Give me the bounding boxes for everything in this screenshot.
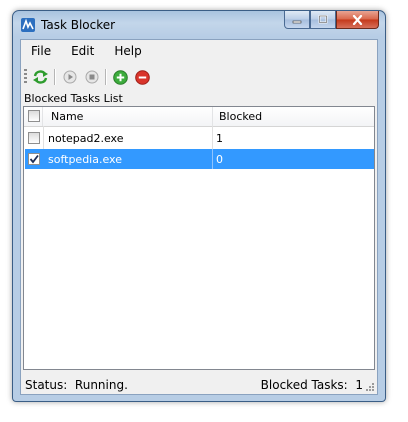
status-bar: Status: Running. Blocked Tasks: 1: [21, 374, 377, 394]
toolbar-grip[interactable]: [24, 69, 27, 85]
column-divider: [212, 149, 213, 169]
status-label: Status:: [25, 378, 68, 392]
refresh-icon: [32, 70, 48, 84]
play-icon: [63, 70, 77, 84]
start-button[interactable]: [61, 68, 79, 86]
column-header-blocked[interactable]: Blocked: [213, 107, 375, 126]
row-checkbox[interactable]: [28, 132, 40, 144]
maximize-icon: [318, 15, 328, 24]
menu-edit[interactable]: Edit: [61, 40, 104, 62]
row-name: softpedia.exe: [48, 153, 122, 166]
stop-icon: [85, 70, 99, 84]
menu-bar: File Edit Help: [21, 40, 377, 62]
maximize-button[interactable]: [310, 11, 336, 29]
app-window: Task Blocker File Edit Help Blocked Task…: [12, 10, 386, 402]
row-name: notepad2.exe: [48, 132, 124, 145]
toolbar: [21, 65, 377, 89]
row-blocked-count: 1: [216, 132, 223, 145]
refresh-button[interactable]: [31, 68, 49, 86]
caption-buttons: [284, 11, 379, 29]
select-all-checkbox[interactable]: [28, 110, 40, 122]
column-header-name[interactable]: Name: [43, 107, 213, 126]
remove-icon: [134, 69, 150, 85]
remove-button[interactable]: [133, 68, 151, 86]
header-select-all[interactable]: [24, 107, 43, 126]
add-icon: [112, 69, 128, 85]
blocked-count-value: 1: [355, 378, 363, 392]
checkmark-icon: [29, 154, 39, 164]
minimize-button[interactable]: [284, 11, 310, 29]
row-checkbox[interactable]: [28, 153, 40, 165]
toolbar-separator: [54, 69, 56, 85]
row-blocked-count: 0: [216, 153, 223, 166]
minimize-icon: [292, 20, 302, 23]
blocked-tasks-list-label: Blocked Tasks List: [24, 92, 123, 105]
blocked-tasks-list[interactable]: Name Blocked notepad2.exe 1 softpedia.ex…: [23, 106, 375, 370]
table-row[interactable]: notepad2.exe 1: [25, 128, 374, 148]
list-header: Name Blocked: [24, 107, 374, 127]
blocked-count-section: Blocked Tasks: 1: [261, 378, 363, 392]
table-row[interactable]: softpedia.exe 0: [25, 149, 374, 169]
app-icon: [21, 18, 35, 32]
menu-help[interactable]: Help: [104, 40, 151, 62]
window-title: Task Blocker: [41, 18, 116, 32]
close-button[interactable]: [336, 11, 379, 29]
add-button[interactable]: [111, 68, 129, 86]
toolbar-separator: [105, 69, 107, 85]
menu-file[interactable]: File: [21, 40, 61, 62]
blocked-count-label: Blocked Tasks:: [260, 378, 348, 392]
client-area: File Edit Help Blocked Tasks List Name B…: [20, 39, 378, 395]
title-bar[interactable]: Task Blocker: [13, 11, 385, 39]
stop-button[interactable]: [83, 68, 101, 86]
close-icon: [352, 14, 363, 25]
size-grip-icon[interactable]: [365, 382, 375, 392]
status-value: Running.: [74, 378, 128, 392]
status-section: Status: Running.: [25, 378, 128, 392]
